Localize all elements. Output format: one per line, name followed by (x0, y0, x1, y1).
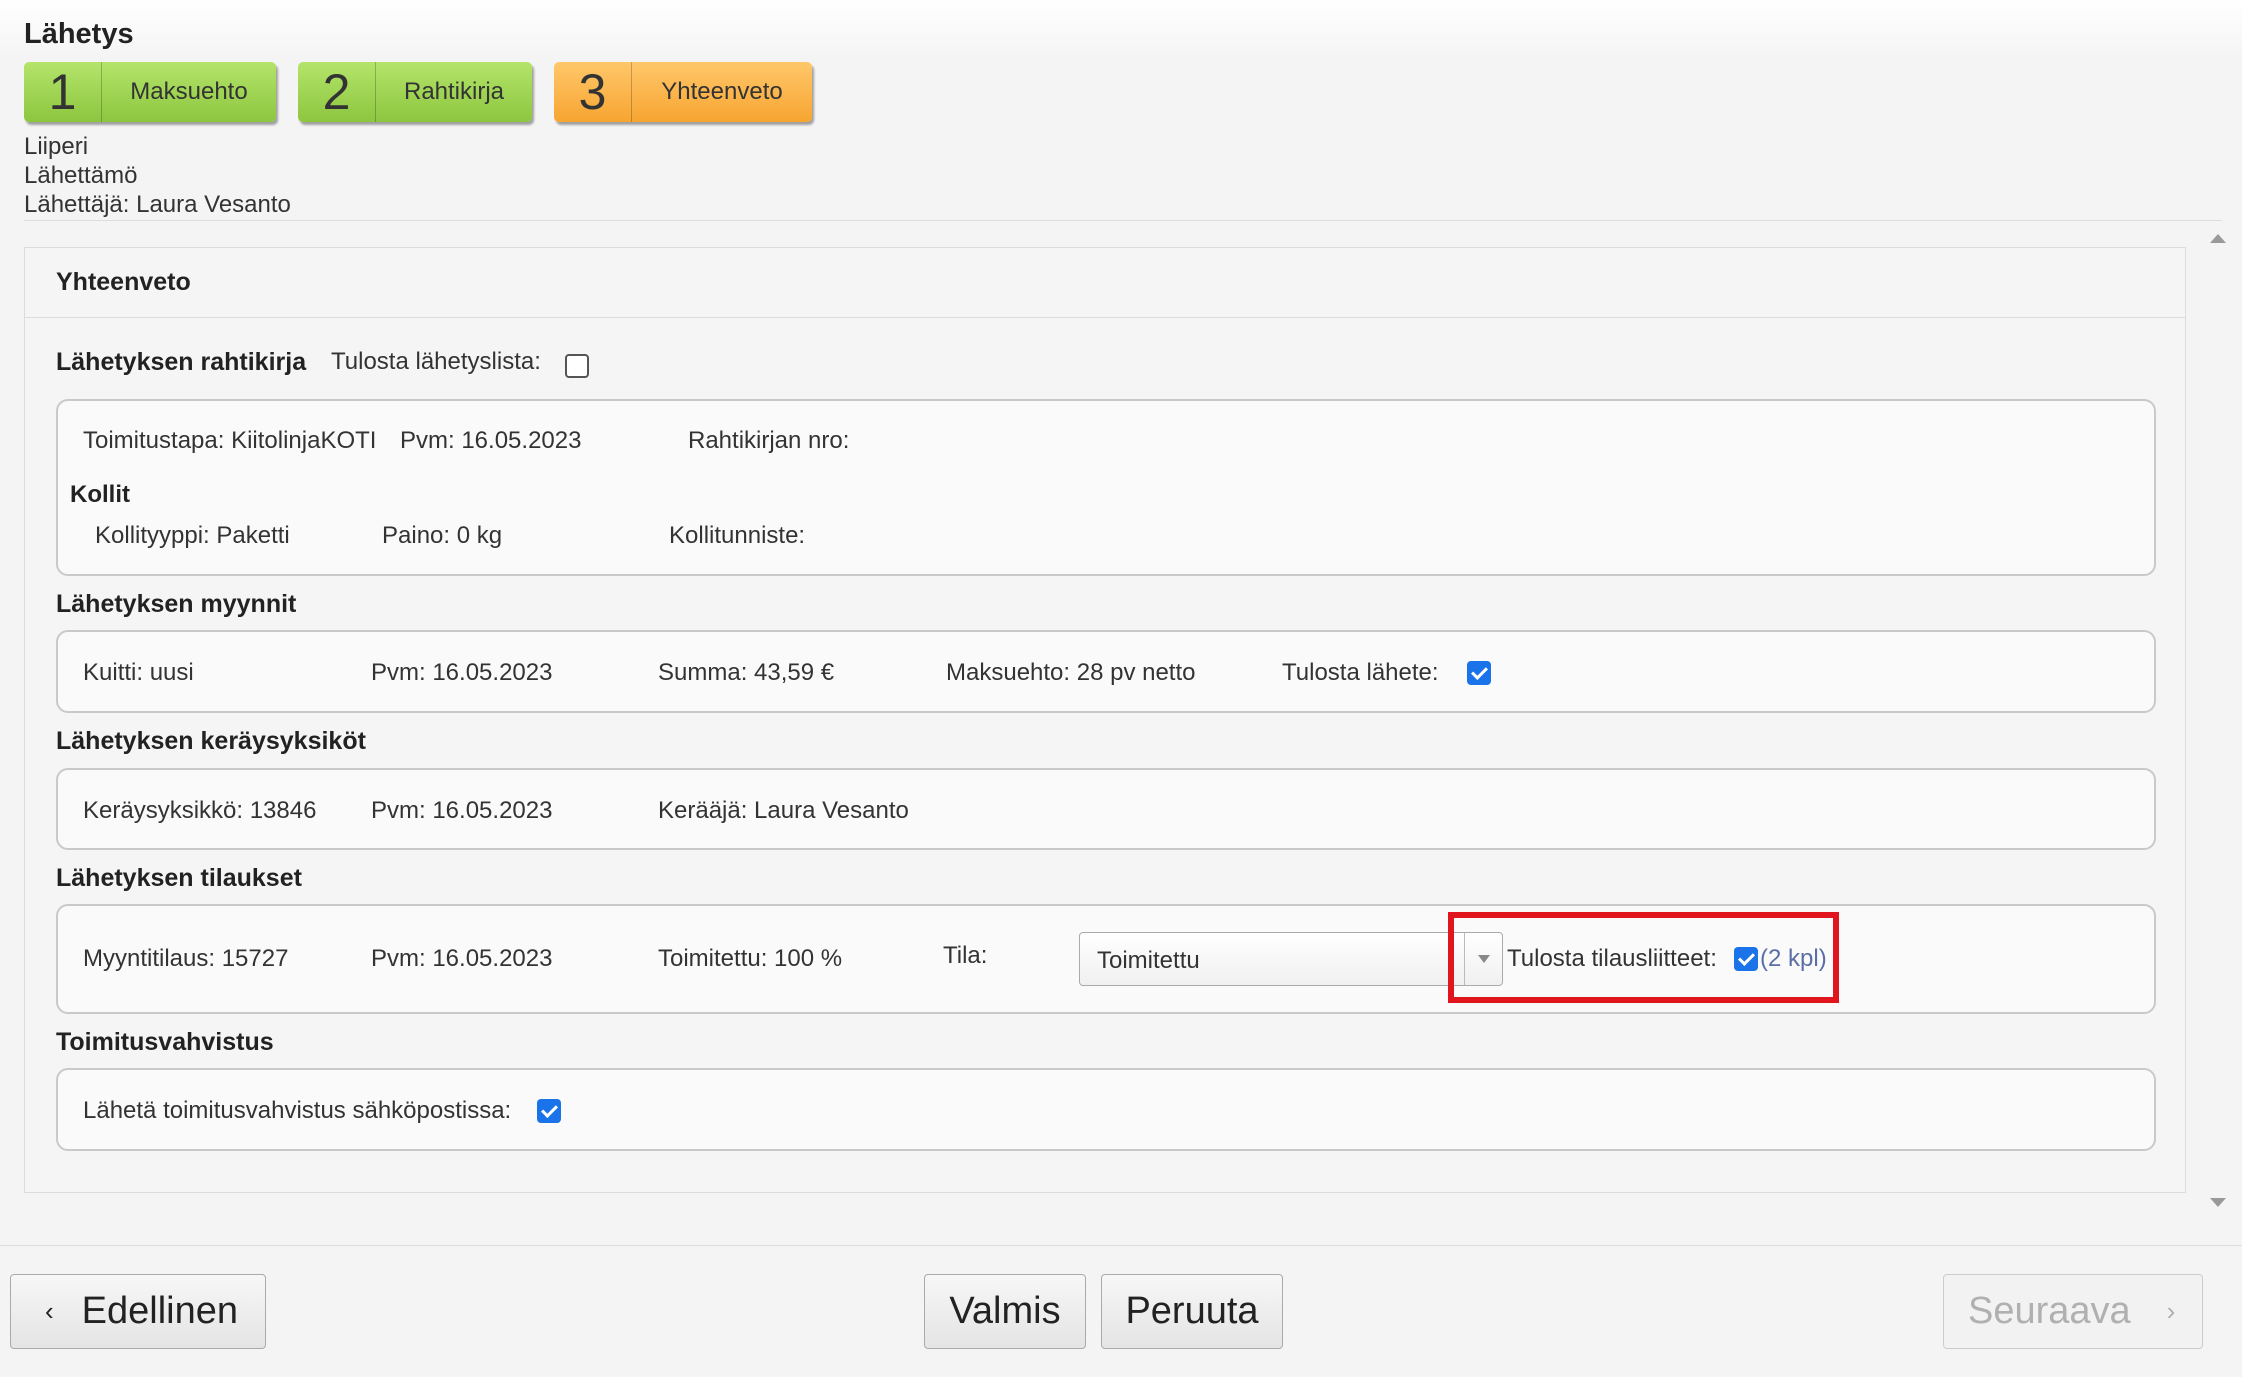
section-title-myynnit: Lähetyksen myynnit (56, 590, 297, 618)
section-title-toimitusvahvistus: Toimitusvahvistus (56, 1028, 274, 1056)
confirmation-box: Lähetä toimitusvahvistus sähköpostissa: (56, 1068, 2156, 1151)
section-title-keraysyksikot: Lähetyksen keräysyksiköt (56, 727, 366, 755)
picker-name: Kerääjä: Laura Vesanto (658, 797, 909, 824)
cancel-button-label: Peruuta (1125, 1290, 1259, 1332)
shipment-info: Liiperi Lähettämö Lähettäjä: Laura Vesan… (24, 132, 291, 219)
receipt: Kuitti: uusi (83, 659, 194, 686)
step-label: Yhteenveto (661, 78, 783, 105)
summary-panel: Yhteenveto Lähetyksen rahtikirja Tulosta… (24, 247, 2186, 1193)
package-type: Kollityyppi: Paketti (95, 522, 290, 549)
sales-date: Pvm: 16.05.2023 (371, 659, 553, 686)
step-number: 3 (554, 62, 632, 122)
email-confirmation-checkbox[interactable] (537, 1099, 561, 1123)
step-maksuehto[interactable]: 1 Maksuehto (24, 62, 276, 122)
chevron-right-icon: › (2166, 1296, 2176, 1326)
section-title-rahtikirja: Lähetyksen rahtikirja (56, 348, 307, 376)
sales-order: Myyntitilaus: 15727 (83, 945, 289, 972)
step-number: 2 (298, 62, 376, 122)
email-confirmation-label: Lähetä toimitusvahvistus sähköpostissa: (83, 1097, 512, 1124)
status-label: Tila: (943, 942, 988, 969)
packages-title: Kollit (70, 481, 130, 508)
info-department: Lähettämö (24, 162, 138, 189)
section-title-tilaukset: Lähetyksen tilaukset (56, 864, 302, 892)
step-label: Rahtikirja (403, 78, 505, 105)
done-button[interactable]: Valmis (924, 1274, 1086, 1349)
scroll-up-arrow-icon[interactable] (2210, 234, 2226, 243)
step-label: Maksuehto (130, 78, 248, 105)
cancel-button[interactable]: Peruuta (1101, 1274, 1283, 1349)
step-rahtikirja[interactable]: 2 Rahtikirja (298, 62, 532, 122)
panel-title: Yhteenveto (25, 248, 2185, 318)
highlight-box (1448, 912, 1839, 1003)
scroll-down-arrow-icon[interactable] (2210, 1198, 2226, 1207)
delivered-percent: Toimitettu: 100 % (658, 945, 843, 972)
print-list-label: Tulosta lähetyslista: (331, 348, 541, 375)
previous-button[interactable]: ‹ Edellinen (10, 1274, 266, 1349)
print-dispatch-label: Tulosta lähete: (1282, 659, 1439, 686)
chevron-left-icon: ‹ (45, 1296, 54, 1326)
waybill-box: Toimitustapa: KiitolinjaKOTI Pvm: 16.05.… (56, 399, 2156, 576)
delivery-method: Toimitustapa: KiitolinjaKOTI (83, 427, 377, 454)
print-list-checkbox[interactable] (565, 354, 589, 378)
status-select-value: Toimitettu (1097, 947, 1200, 974)
package-id: Kollitunniste: (669, 522, 806, 549)
divider (24, 220, 2222, 221)
picking-unit: Keräysyksikkö: 13846 (83, 797, 317, 824)
picking-date: Pvm: 16.05.2023 (371, 797, 553, 824)
sales-box: Kuitti: uusi Pvm: 16.05.2023 Summa: 43,5… (56, 630, 2156, 713)
order-date: Pvm: 16.05.2023 (371, 945, 553, 972)
step-yhteenveto[interactable]: 3 Yhteenveto (554, 62, 812, 122)
step-number: 1 (24, 62, 102, 122)
waybill-date: Pvm: 16.05.2023 (400, 427, 582, 454)
footer-divider (0, 1245, 2242, 1246)
info-location: Liiperi (24, 133, 89, 160)
previous-button-label: Edellinen (81, 1290, 239, 1332)
print-dispatch-checkbox[interactable] (1467, 661, 1491, 685)
status-select[interactable]: Toimitettu (1079, 932, 1503, 986)
wizard-steps: 1 Maksuehto 2 Rahtikirja 3 Yhteenveto (24, 62, 812, 122)
next-button[interactable]: Seuraava › (1943, 1274, 2203, 1349)
info-sender: Lähettäjä: Laura Vesanto (24, 191, 291, 218)
orders-box: Myyntitilaus: 15727 Pvm: 16.05.2023 Toim… (56, 904, 2156, 1014)
sales-sum: Summa: 43,59 € (658, 659, 835, 686)
payment-term: Maksuehto: 28 pv netto (946, 659, 1196, 686)
picking-units-box: Keräysyksikkö: 13846 Pvm: 16.05.2023 Ker… (56, 768, 2156, 850)
package-weight: Paino: 0 kg (382, 522, 503, 549)
page-title: Lähetys (24, 18, 134, 50)
done-button-label: Valmis (949, 1290, 1061, 1332)
waybill-number: Rahtikirjan nro: (688, 427, 850, 454)
next-button-label: Seuraava (1968, 1290, 2131, 1332)
